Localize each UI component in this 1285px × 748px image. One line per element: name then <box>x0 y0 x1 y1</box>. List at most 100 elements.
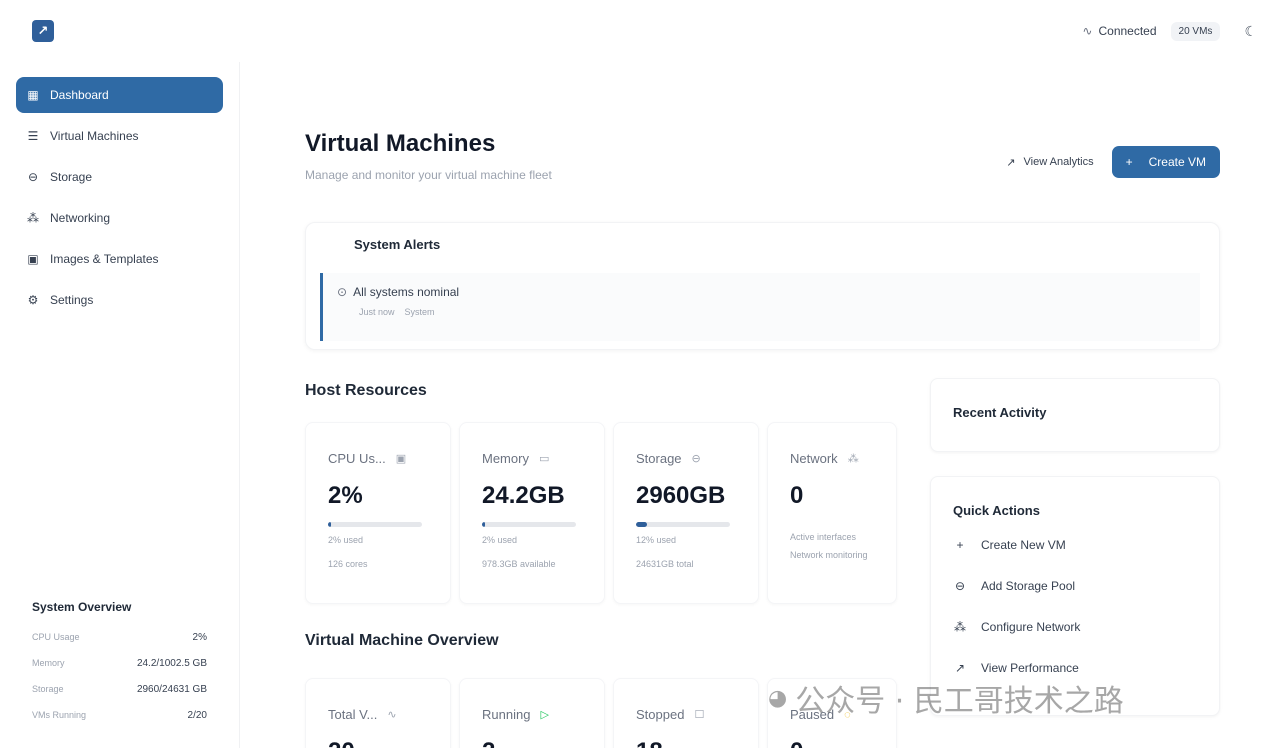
create-vm-label: Create VM <box>1148 155 1206 169</box>
progress-bar <box>636 522 730 527</box>
row-value: 2960/24631 GB <box>136 683 207 695</box>
running-vms-card: Running ▷ 2 <box>459 678 605 748</box>
page-title: Virtual Machines <box>305 130 496 157</box>
view-analytics-label: View Analytics <box>1023 156 1094 168</box>
check-circle-icon: ⊙ <box>337 285 348 299</box>
card-label: Network <box>790 451 838 466</box>
server-icon: ☰ <box>27 129 39 143</box>
cpu-icon: ▣ <box>395 453 407 465</box>
watermark: ◕ 公众号 · 民工哥技术之路 <box>768 676 1124 720</box>
wechat-icon: ◕ <box>768 685 788 711</box>
network-icon: ⁂ <box>847 453 859 465</box>
row-label: VMs Running <box>32 710 87 720</box>
total-vms-card: Total V... ∿ 20 <box>305 678 451 748</box>
sidebar-nav: ▦ Dashboard ☰ Virtual Machines ⊖ Storage… <box>0 62 239 318</box>
quick-action-configure-network[interactable]: ⁂ Configure Network <box>953 606 1219 647</box>
network-icon: ⁂ <box>27 211 39 225</box>
row-value: 24.2/1002.5 GB <box>136 657 207 669</box>
app-logo-icon[interactable]: ↗ <box>32 20 54 42</box>
progress-fill <box>328 522 331 527</box>
system-overview-row: VMs Running 2/20 <box>32 702 207 728</box>
play-icon: ▷ <box>540 709 549 721</box>
card-value: 2% <box>328 482 363 509</box>
card-detail: 24631GB total <box>636 559 694 569</box>
card-value: 0 <box>790 738 896 748</box>
system-overview: System Overview CPU Usage 2% Memory 24.2… <box>32 600 207 728</box>
quick-action-label: Add Storage Pool <box>981 578 1076 593</box>
host-resources-title: Host Resources <box>305 382 427 399</box>
row-label: Memory <box>32 658 65 668</box>
sidebar-item-virtual-machines[interactable]: ☰ Virtual Machines <box>16 118 223 154</box>
dashboard-icon: ▦ <box>27 88 39 102</box>
card-value: 24.2GB <box>482 482 565 509</box>
sidebar-item-label: Dashboard <box>50 88 109 102</box>
card-sub: 2% used <box>328 535 364 545</box>
image-icon: ▣ <box>27 252 39 266</box>
storage-card: Storage ⊖ 2960GB 12% used 24631GB total <box>613 422 759 604</box>
card-detail: 126 cores <box>328 559 368 569</box>
sidebar-item-images-templates[interactable]: ▣ Images & Templates <box>16 241 223 277</box>
alert-message: All systems nominal <box>353 285 460 299</box>
progress-bar <box>482 522 576 527</box>
page-subtitle: Manage and monitor your virtual machine … <box>305 168 552 182</box>
view-analytics-button[interactable]: ↗ View Analytics <box>1006 156 1093 169</box>
card-label: Memory <box>482 451 529 466</box>
quick-action-label: View Performance <box>981 660 1079 675</box>
sidebar: ▦ Dashboard ☰ Virtual Machines ⊖ Storage… <box>0 62 240 748</box>
quick-actions-title: Quick Actions <box>953 503 1040 518</box>
trend-icon: ↗ <box>1006 156 1016 169</box>
card-label: Storage <box>636 451 682 466</box>
vm-count-badge: 20 VMs <box>1170 21 1221 41</box>
sidebar-item-networking[interactable]: ⁂ Networking <box>16 200 223 236</box>
system-alerts-title: System Alerts <box>354 237 441 252</box>
sidebar-item-label: Settings <box>50 293 94 307</box>
quick-action-add-storage-pool[interactable]: ⊖ Add Storage Pool <box>953 565 1219 606</box>
page-header: Virtual Machines Manage and monitor your… <box>305 130 1220 182</box>
stop-icon: ☐ <box>694 709 705 721</box>
plus-icon: + <box>1125 155 1133 169</box>
system-overview-row: Memory 24.2/1002.5 GB <box>32 650 207 676</box>
top-bar: ↗ ∿ Connected 20 VMs ☾ <box>0 0 1285 62</box>
quick-action-label: Configure Network <box>981 619 1081 634</box>
recent-activity-panel: Recent Activity <box>930 378 1220 452</box>
card-sub: Active interfaces <box>790 532 857 542</box>
system-overview-title: System Overview <box>32 600 132 614</box>
recent-activity-title: Recent Activity <box>953 405 1047 420</box>
system-alerts-panel: System Alerts ⊙ All systems nominal Just… <box>305 222 1220 350</box>
alert-item: ⊙ All systems nominal Just now System <box>320 273 1200 341</box>
card-label: Stopped <box>636 707 685 722</box>
stopped-vms-card: Stopped ☐ 18 <box>613 678 759 748</box>
quick-action-create-vm[interactable]: + Create New VM <box>953 524 1219 565</box>
progress-fill <box>636 522 648 527</box>
progress-fill <box>482 522 485 527</box>
card-label: Running <box>482 707 531 722</box>
card-value: 20 <box>328 738 450 748</box>
moon-icon[interactable]: ☾ <box>1244 23 1257 40</box>
progress-bar <box>328 522 422 527</box>
sidebar-item-dashboard[interactable]: ▦ Dashboard <box>16 77 223 113</box>
memory-icon: ▭ <box>538 453 550 465</box>
row-label: CPU Usage <box>32 632 80 642</box>
sidebar-item-settings[interactable]: ⚙ Settings <box>16 282 223 318</box>
connection-label: Connected <box>1098 24 1157 38</box>
header-actions: ↗ View Analytics + Create VM <box>1006 142 1220 182</box>
gear-icon: ⚙ <box>27 293 39 307</box>
storage-icon: ⊖ <box>27 170 39 184</box>
trend-icon: ↗ <box>954 660 966 675</box>
sidebar-item-storage[interactable]: ⊖ Storage <box>16 159 223 195</box>
host-resources-cards: CPU Us... ▣ 2% 2% used 126 cores Memory … <box>305 422 897 604</box>
card-sub: 12% used <box>636 535 677 545</box>
network-icon: ⁂ <box>954 619 966 634</box>
card-value: 18 <box>636 738 758 748</box>
storage-icon: ⊖ <box>691 453 701 465</box>
create-vm-button[interactable]: + Create VM <box>1111 146 1220 178</box>
card-value: 2 <box>482 738 604 748</box>
card-sub: 2% used <box>482 535 518 545</box>
card-detail: Network monitoring <box>790 550 868 560</box>
memory-card: Memory ▭ 24.2GB 2% used 978.3GB availabl… <box>459 422 605 604</box>
watermark-text: 公众号 · 民工哥技术之路 <box>795 684 1124 719</box>
storage-icon: ⊖ <box>954 578 966 593</box>
row-value: 2/20 <box>187 709 207 721</box>
system-overview-row: Storage 2960/24631 GB <box>32 676 207 702</box>
network-card: Network ⁂ 0 Active interfaces Network mo… <box>767 422 897 604</box>
